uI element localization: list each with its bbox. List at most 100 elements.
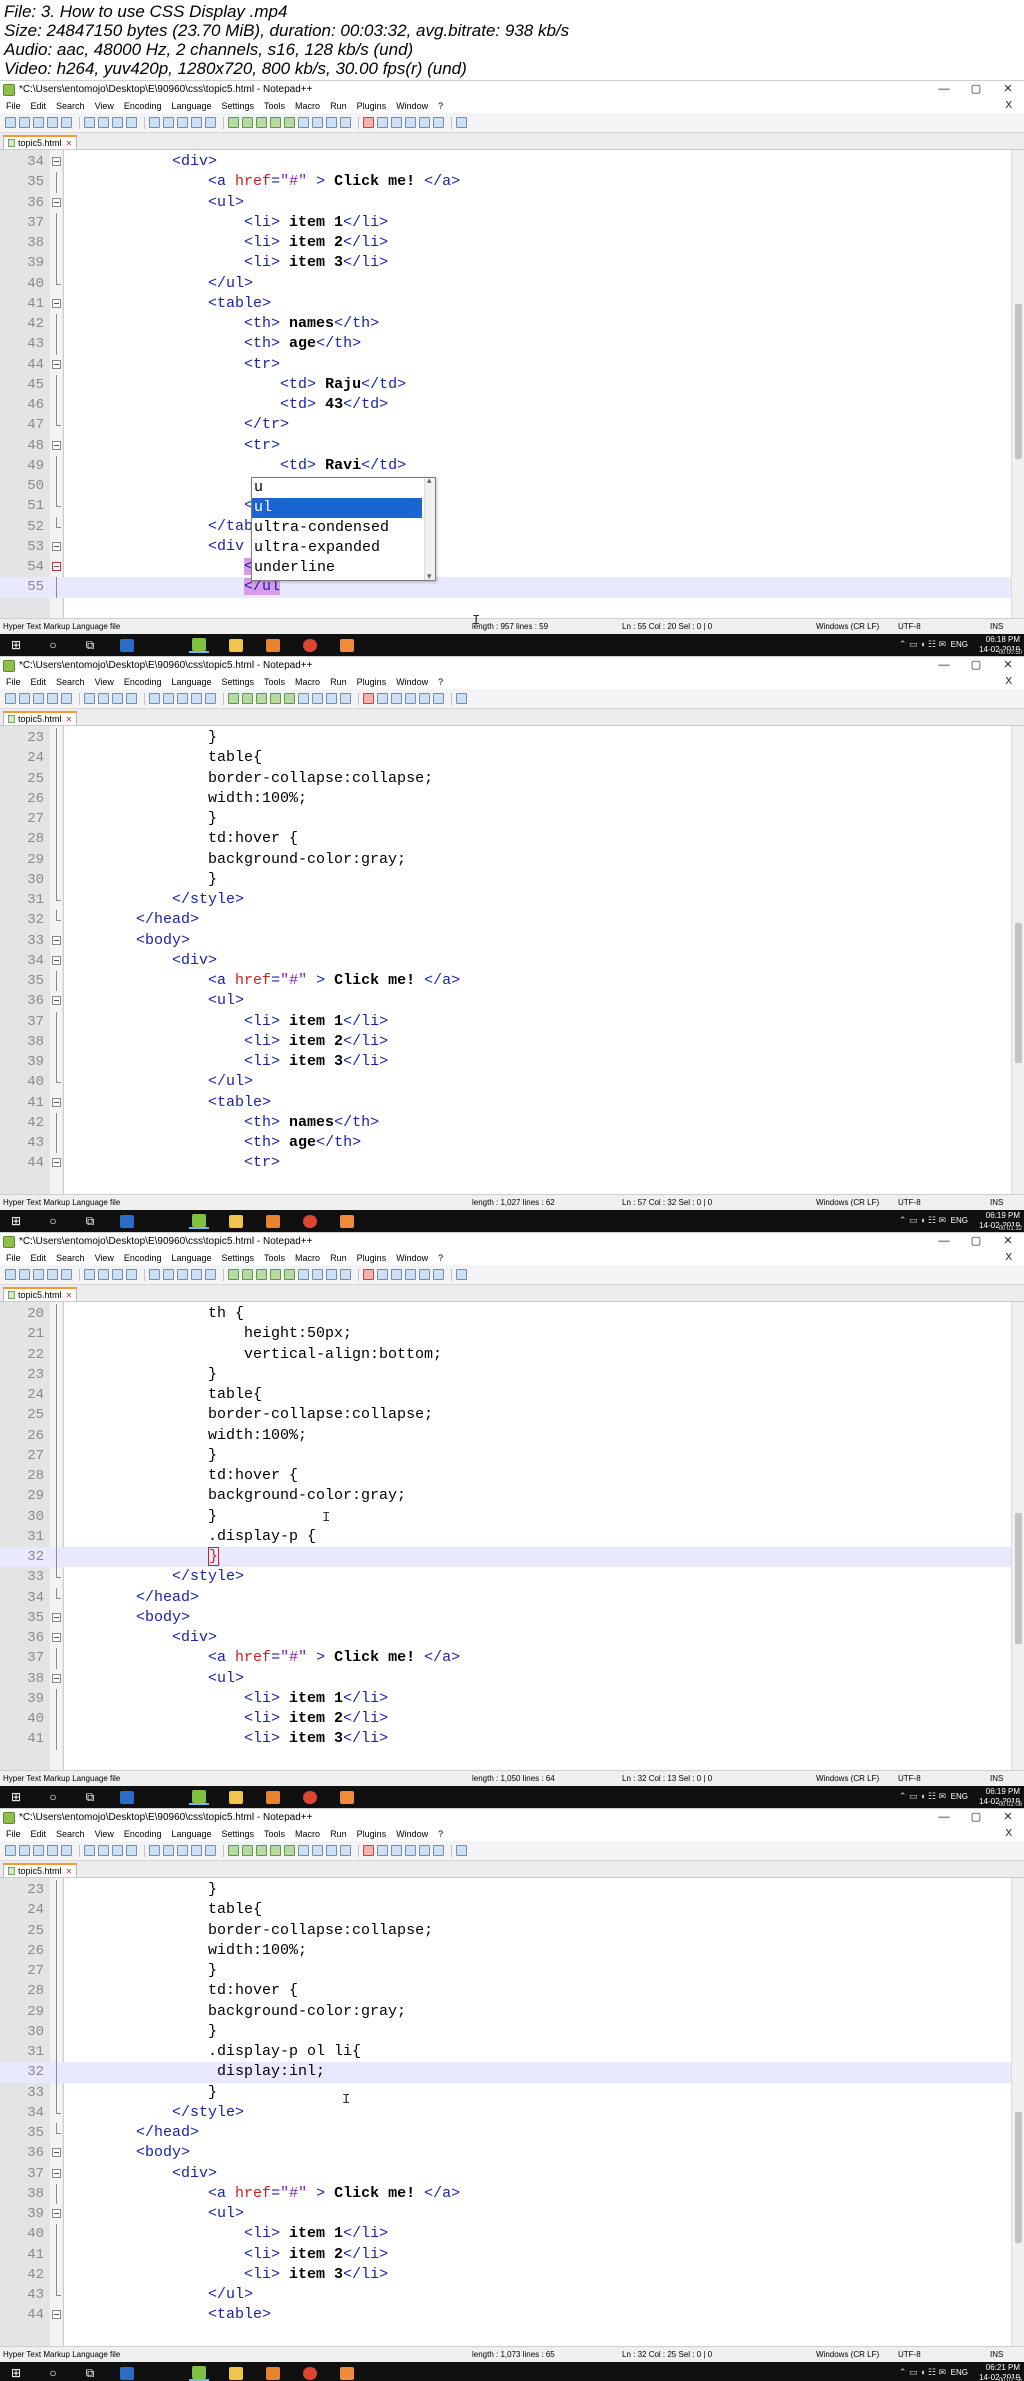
- toolbar-button-icon[interactable]: [433, 1845, 444, 1856]
- code-line[interactable]: 26 width:100%;: [0, 1425, 1011, 1446]
- file-explorer-icon[interactable]: [226, 1789, 246, 1805]
- toolbar-button-icon[interactable]: [391, 117, 402, 128]
- menu-tools[interactable]: Tools: [264, 1829, 285, 1839]
- menu-help[interactable]: ?: [438, 1253, 443, 1263]
- menu-file[interactable]: File: [6, 101, 21, 111]
- notepad-plus-plus-taskbar-icon[interactable]: [189, 637, 209, 653]
- sublime-text-icon[interactable]: [263, 1213, 283, 1229]
- code-line[interactable]: 36 <div>: [0, 1628, 1011, 1648]
- toolbar-button-icon[interactable]: [312, 693, 323, 704]
- toolbar-button-icon[interactable]: [61, 1845, 72, 1856]
- search-icon[interactable]: ○: [43, 2365, 63, 2381]
- fold-toggle-icon[interactable]: [52, 1097, 61, 1107]
- sublime-text-icon[interactable]: [263, 2365, 283, 2381]
- toolbar-button-icon[interactable]: [177, 693, 188, 704]
- toolbar-button-icon[interactable]: [433, 693, 444, 704]
- toolbar-button-icon[interactable]: [270, 1269, 281, 1280]
- menu-run[interactable]: Run: [330, 1829, 347, 1839]
- toolbar-button-icon[interactable]: [191, 117, 202, 128]
- code-line[interactable]: 44 <tr>: [0, 355, 1011, 375]
- toolbar-button-icon[interactable]: [33, 1845, 44, 1856]
- fold-toggle-icon[interactable]: [52, 1673, 61, 1683]
- code-line[interactable]: 41 <li> item 3</li>: [0, 1729, 1011, 1750]
- maximize-button[interactable]: ▢: [960, 1234, 992, 1249]
- sublime-text-icon[interactable]: [263, 637, 283, 653]
- system-tray-icons[interactable]: ⌃ ▭ ◖ ☷ ✉: [899, 1791, 946, 1802]
- search-icon[interactable]: ○: [43, 1213, 63, 1229]
- fold-toggle-icon[interactable]: [52, 541, 61, 551]
- toolbar-button-icon[interactable]: [163, 693, 174, 704]
- toolbar-button-icon[interactable]: [363, 117, 374, 128]
- code-line[interactable]: 27 }: [0, 1961, 1011, 1982]
- close-document-button[interactable]: X: [1005, 1828, 1012, 1839]
- windows-start-icon[interactable]: ⊞: [6, 2365, 26, 2381]
- close-button[interactable]: ✕: [992, 82, 1024, 97]
- toolbar-button-icon[interactable]: [126, 1269, 137, 1280]
- toolbar-button-icon[interactable]: [391, 1845, 402, 1856]
- code-line[interactable]: 31 .display-p {: [0, 1526, 1011, 1547]
- toolbar-button-icon[interactable]: [377, 117, 388, 128]
- toolbar-button-icon[interactable]: [112, 1845, 123, 1856]
- code-line[interactable]: 23 }: [0, 728, 1011, 749]
- autocomplete-scrollbar[interactable]: [424, 475, 435, 582]
- toolbar-button-icon[interactable]: [205, 1269, 216, 1280]
- autocomplete-option[interactable]: ultra-condensed: [252, 518, 422, 538]
- code-line[interactable]: 40 <li> item 1</li>: [0, 2224, 1011, 2245]
- fold-toggle-icon[interactable]: [52, 935, 61, 945]
- toolbar-button-icon[interactable]: [298, 693, 309, 704]
- code-line[interactable]: 34 <div>: [0, 951, 1011, 971]
- code-line[interactable]: 20 th {: [0, 1304, 1011, 1325]
- app-icon[interactable]: [337, 2365, 357, 2381]
- toolbar-button-icon[interactable]: [47, 117, 58, 128]
- chrome-icon[interactable]: [300, 1213, 320, 1229]
- close-button[interactable]: ✕: [992, 658, 1024, 673]
- menu-file[interactable]: File: [6, 677, 21, 687]
- menu-settings[interactable]: Settings: [222, 1829, 255, 1839]
- toolbar-button-icon[interactable]: [270, 1845, 281, 1856]
- code-line[interactable]: 31 </style>: [0, 890, 1011, 910]
- toolbar-button-icon[interactable]: [419, 1269, 430, 1280]
- tab-close-icon[interactable]: ✕: [66, 1867, 73, 1876]
- menu-language[interactable]: Language: [171, 101, 211, 111]
- toolbar-button-icon[interactable]: [340, 117, 351, 128]
- code-line[interactable]: 35 </head>: [0, 2123, 1011, 2143]
- toolbar-button-icon[interactable]: [163, 1845, 174, 1856]
- menu-tools[interactable]: Tools: [264, 677, 285, 687]
- menu-view[interactable]: View: [95, 1829, 114, 1839]
- autocomplete-popup[interactable]: u ul ultra-condensed ultra-expanded underlin…: [251, 475, 436, 582]
- code-line[interactable]: 24 table{: [0, 1900, 1011, 1921]
- menu-language[interactable]: Language: [171, 1829, 211, 1839]
- menu-edit[interactable]: Edit: [31, 1829, 47, 1839]
- menu-encoding[interactable]: Encoding: [124, 1253, 162, 1263]
- code-line[interactable]: 23 }: [0, 1880, 1011, 1901]
- code-line[interactable]: 43 <th> age</th>: [0, 1133, 1011, 1154]
- menu-help[interactable]: ?: [438, 1829, 443, 1839]
- code-line[interactable]: 36 <ul>: [0, 193, 1011, 213]
- toolbar-button-icon[interactable]: [433, 1269, 444, 1280]
- code-line[interactable]: 35 <a href="#" > Click me! </a>: [0, 172, 1011, 193]
- code-line[interactable]: 33 <body>: [0, 931, 1011, 951]
- toolbar-button-icon[interactable]: [256, 693, 267, 704]
- toolbar-button-icon[interactable]: [284, 1269, 295, 1280]
- menu-edit[interactable]: Edit: [31, 677, 47, 687]
- tab-topic5-html[interactable]: topic5.html ✕: [3, 135, 78, 149]
- toolbar-button-icon[interactable]: [149, 117, 160, 128]
- fold-toggle-icon[interactable]: [52, 1158, 61, 1168]
- menu-help[interactable]: ?: [438, 677, 443, 687]
- notepad-plus-plus-taskbar-icon[interactable]: [189, 1213, 209, 1229]
- toolbar-button-icon[interactable]: [19, 1845, 30, 1856]
- maximize-button[interactable]: ▢: [960, 82, 992, 97]
- menu-tools[interactable]: Tools: [264, 1253, 285, 1263]
- code-line[interactable]: 28 td:hover {: [0, 1466, 1011, 1487]
- task-view-icon[interactable]: ⧉: [80, 637, 100, 653]
- code-line[interactable]: 24 table{: [0, 748, 1011, 769]
- fold-toggle-icon[interactable]: [52, 1612, 61, 1622]
- toolbar-button-icon[interactable]: [149, 1269, 160, 1280]
- code-line[interactable]: 48 <tr>: [0, 436, 1011, 456]
- code-line[interactable]: 34 <div>: [0, 152, 1011, 172]
- code-line[interactable]: 29 background-color:gray;: [0, 2001, 1011, 2022]
- code-line[interactable]: 32 }: [0, 1547, 1011, 1568]
- toolbar-button-icon[interactable]: [312, 1269, 323, 1280]
- fold-toggle-icon[interactable]: [52, 2310, 61, 2320]
- code-line[interactable]: 30 }: [0, 2021, 1011, 2042]
